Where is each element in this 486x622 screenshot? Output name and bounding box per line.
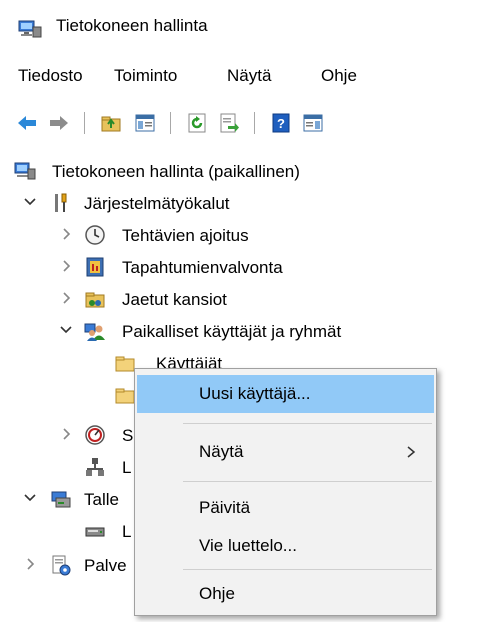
help-icon[interactable]: ? — [270, 112, 292, 134]
export-list-icon[interactable] — [218, 112, 240, 134]
menu-help[interactable]: Ohje — [321, 66, 357, 86]
tree-label: Tietokoneen hallinta (paikallinen) — [52, 162, 300, 181]
tree-label: Tehtävien ajoitus — [122, 226, 249, 245]
context-item-label: Ohje — [199, 584, 235, 603]
menu-view[interactable]: Näytä — [227, 66, 271, 86]
tree-label: Jaetut kansiot — [122, 290, 227, 309]
tree-label: L — [122, 458, 132, 477]
menu-action[interactable]: Toiminto — [114, 66, 177, 86]
clock-icon — [84, 224, 106, 246]
context-item-label: Uusi käyttäjä... — [199, 384, 311, 403]
folder-icon — [114, 384, 136, 406]
chevron-right-icon[interactable] — [58, 258, 74, 274]
window-titlebar: Tietokoneen hallinta — [0, 0, 486, 56]
disk-icon — [84, 520, 106, 542]
tree-label: L — [122, 522, 132, 541]
chevron-down-icon[interactable] — [58, 322, 74, 338]
chevron-down-icon[interactable] — [22, 490, 38, 506]
toolbar-separator — [170, 112, 171, 134]
performance-gauge-icon — [84, 424, 106, 446]
window-title: Tietokoneen hallinta — [56, 16, 208, 35]
chevron-right-icon[interactable] — [58, 226, 74, 242]
refresh-icon[interactable] — [186, 112, 208, 134]
folder-icon — [114, 352, 136, 374]
event-viewer-icon — [84, 256, 106, 278]
toolbar-separator — [84, 112, 85, 134]
menu-bar: Tiedosto Toiminto Näytä Ohje — [0, 60, 486, 90]
menu-separator — [183, 481, 432, 482]
menu-separator — [183, 569, 432, 570]
shared-folder-icon — [84, 288, 106, 310]
computer-icon — [14, 160, 36, 182]
storage-icon — [50, 488, 72, 510]
context-item-label: Päivitä — [199, 498, 251, 517]
device-manager-icon — [84, 456, 106, 478]
context-item-export-list[interactable]: Vie luettelo... — [137, 527, 434, 565]
chevron-down-icon[interactable] — [22, 194, 38, 210]
toolbar: ? — [0, 104, 486, 138]
services-icon — [50, 554, 72, 576]
tree-label: Järjestelmätyökalut — [84, 194, 230, 213]
tree-label: S — [122, 426, 134, 445]
up-folder-icon[interactable] — [100, 112, 122, 134]
chevron-right-icon[interactable] — [58, 426, 74, 442]
context-item-help[interactable]: Ohje — [137, 575, 434, 613]
context-item-label: Näytä — [199, 442, 244, 461]
context-menu: Uusi käyttäjä... Näytä Päivitä Vie luett… — [134, 368, 437, 616]
show-hide-tree-icon[interactable] — [134, 112, 156, 134]
toolbar-separator — [254, 112, 255, 134]
show-hide-action-pane-icon[interactable] — [302, 112, 324, 134]
svg-text:?: ? — [277, 116, 285, 131]
context-item-new-user[interactable]: Uusi käyttäjä... — [137, 375, 434, 413]
computer-management-icon — [18, 20, 42, 38]
menu-file[interactable]: Tiedosto — [18, 66, 83, 86]
chevron-right-icon[interactable] — [22, 556, 38, 572]
users-group-icon — [84, 320, 106, 342]
menu-separator — [183, 423, 432, 424]
chevron-right-icon[interactable] — [58, 290, 74, 306]
tree-label: Tapahtumienvalvonta — [122, 258, 283, 277]
tree-label: Paikalliset käyttäjät ja ryhmät — [122, 322, 342, 341]
submenu-arrow-icon — [406, 444, 416, 458]
tree-label: Palve — [84, 556, 127, 575]
forward-arrow-icon[interactable] — [48, 112, 70, 134]
context-item-refresh[interactable]: Päivitä — [137, 489, 434, 527]
back-arrow-icon[interactable] — [16, 112, 38, 134]
context-item-label: Vie luettelo... — [199, 536, 297, 555]
tree-label: Talle — [84, 490, 119, 509]
tools-icon — [50, 192, 72, 214]
context-item-view[interactable]: Näytä — [137, 433, 434, 471]
